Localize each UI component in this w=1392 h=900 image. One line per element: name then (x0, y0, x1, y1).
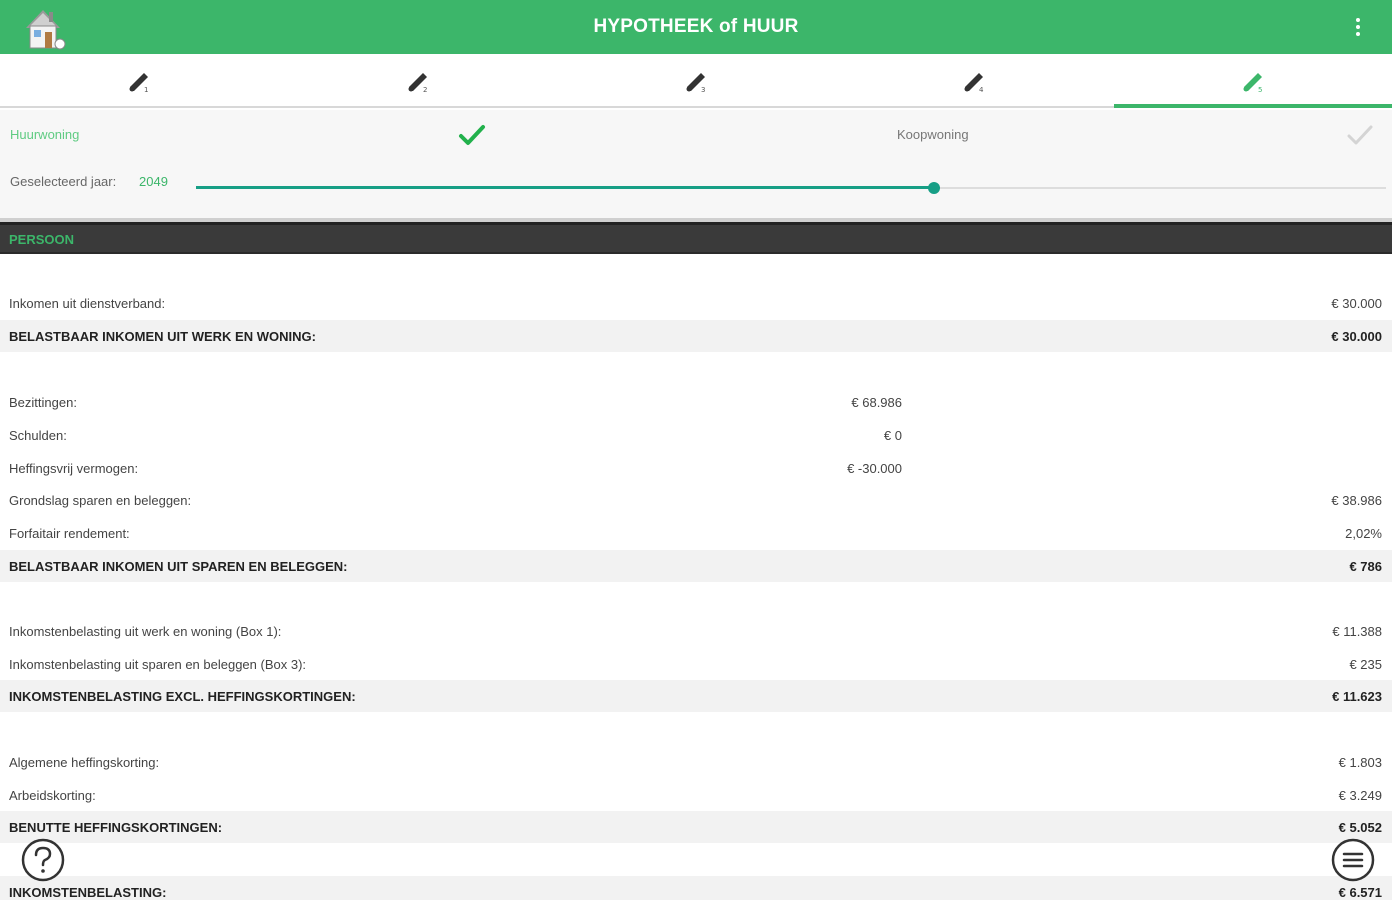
house-icon[interactable] (18, 2, 68, 52)
row-value: 2,02% (1345, 526, 1382, 541)
svg-text:4: 4 (979, 86, 984, 94)
year-slider[interactable] (196, 182, 1386, 194)
step-icon: 1 (129, 73, 149, 94)
slider-thumb[interactable] (927, 182, 940, 194)
section-title: PERSOON (9, 232, 75, 247)
row-value: € 786 (1349, 559, 1382, 574)
row-label: Arbeidskorting: (9, 788, 96, 803)
koopwoning-option[interactable]: Koopwoning (897, 127, 969, 142)
table-row: Inkomen uit dienstverband: € 30.000 (0, 287, 1392, 319)
tab-step-2[interactable]: 2 (278, 54, 556, 106)
year-label: Geselecteerd jaar: (10, 174, 117, 189)
row-value: € 11.388 (1332, 624, 1382, 639)
row-value: € 38.986 (1331, 493, 1382, 508)
row-value: € 1.803 (1338, 755, 1382, 770)
table-row: Schulden: € 0 (0, 419, 1392, 451)
row-value: € 3.249 (1338, 788, 1382, 803)
table-row: Inkomstenbelasting uit werk en woning (B… (0, 615, 1392, 647)
tab-step-3[interactable]: 3 (557, 54, 835, 106)
row-label: Grondslag sparen en beleggen: (9, 493, 192, 508)
row-label: BELASTBAAR INKOMEN UIT WERK EN WONING: (9, 329, 316, 344)
row-label: BELASTBAAR INKOMEN UIT SPAREN EN BELEGGE… (9, 559, 348, 574)
row-value: € 235 (1349, 657, 1382, 672)
row-label: Algemene heffingskorting: (9, 755, 160, 770)
step-icon: 4 (964, 73, 984, 94)
table-row-total: BENUTTE HEFFINGSKORTINGEN: € 5.052 (0, 811, 1392, 843)
filter-panel: Huurwoning Koopwoning Geselecteerd jaar:… (0, 110, 1392, 222)
row-label: BENUTTE HEFFINGSKORTINGEN: (9, 820, 223, 835)
svg-text:5: 5 (1258, 86, 1262, 94)
row-label: Inkomen uit dienstverband: (9, 296, 166, 311)
row-label: Heffingsvrij vermogen: (9, 461, 139, 476)
row-label: Schulden: (9, 428, 67, 443)
row-value: € 5.052 (1338, 820, 1382, 835)
row-subvalue: € -30.000 (847, 461, 902, 476)
table-row: Inkomstenbelasting uit sparen en belegge… (0, 648, 1392, 680)
row-label: INKOMSTENBELASTING EXCL. HEFFINGSKORTING… (9, 689, 356, 704)
svg-text:2: 2 (423, 86, 427, 94)
row-value: € 11.623 (1332, 689, 1382, 704)
check-icon[interactable] (457, 120, 487, 150)
step-icon: 3 (686, 73, 705, 94)
row-subvalue: € 68.986 (851, 395, 902, 410)
list-menu-icon[interactable] (1330, 837, 1376, 883)
table-row-total: INKOMSTENBELASTING: € 6.571 (0, 876, 1392, 900)
row-label: INKOMSTENBELASTING: (9, 885, 167, 900)
check-icon[interactable] (1345, 120, 1375, 150)
row-value: € 30.000 (1331, 296, 1382, 311)
step-icon: 2 (408, 73, 427, 94)
app-bar: HYPOTHEEK of HUUR (0, 0, 1392, 54)
year-value: 2049 (139, 174, 168, 189)
step-icon: 5 (1243, 73, 1262, 94)
table-row-total: BELASTBAAR INKOMEN UIT SPAREN EN BELEGGE… (0, 550, 1392, 582)
tab-step-1[interactable]: 1 (0, 54, 278, 106)
help-icon[interactable] (20, 837, 66, 883)
row-subvalue: € 0 (883, 428, 902, 443)
section-header: PERSOON (0, 222, 1392, 254)
row-label: Bezittingen: (9, 395, 77, 410)
slider-fill (196, 186, 934, 189)
table-row: Algemene heffingskorting: € 1.803 (0, 746, 1392, 778)
row-value: € 6.571 (1338, 885, 1382, 900)
table-row: Bezittingen: € 68.986 (0, 386, 1392, 418)
svg-text:3: 3 (701, 86, 705, 94)
app-title: HYPOTHEEK of HUUR (593, 16, 799, 37)
huurwoning-option[interactable]: Huurwoning (10, 127, 79, 142)
row-label: Inkomstenbelasting uit werk en woning (B… (9, 624, 282, 639)
tab-step-4[interactable]: 4 (835, 54, 1113, 106)
tab-step-5[interactable]: 5 (1113, 54, 1392, 108)
table-row-total: INKOMSTENBELASTING EXCL. HEFFINGSKORTING… (0, 680, 1392, 712)
row-label: Inkomstenbelasting uit sparen en belegge… (9, 657, 307, 672)
table-row: Heffingsvrij vermogen: € -30.000 (0, 452, 1392, 484)
table-row: Grondslag sparen en beleggen: € 38.986 (0, 484, 1392, 516)
step-tabs: 1 2 3 4 5 (0, 54, 1392, 108)
table-row: Forfaitair rendement: 2,02% (0, 517, 1392, 549)
table-row: Arbeidskorting: € 3.249 (0, 779, 1392, 811)
table-row-total: BELASTBAAR INKOMEN UIT WERK EN WONING: €… (0, 320, 1392, 352)
row-value: € 30.000 (1331, 329, 1382, 344)
more-vert-icon[interactable] (1346, 14, 1370, 40)
row-label: Forfaitair rendement: (9, 526, 130, 541)
svg-text:1: 1 (144, 86, 148, 94)
